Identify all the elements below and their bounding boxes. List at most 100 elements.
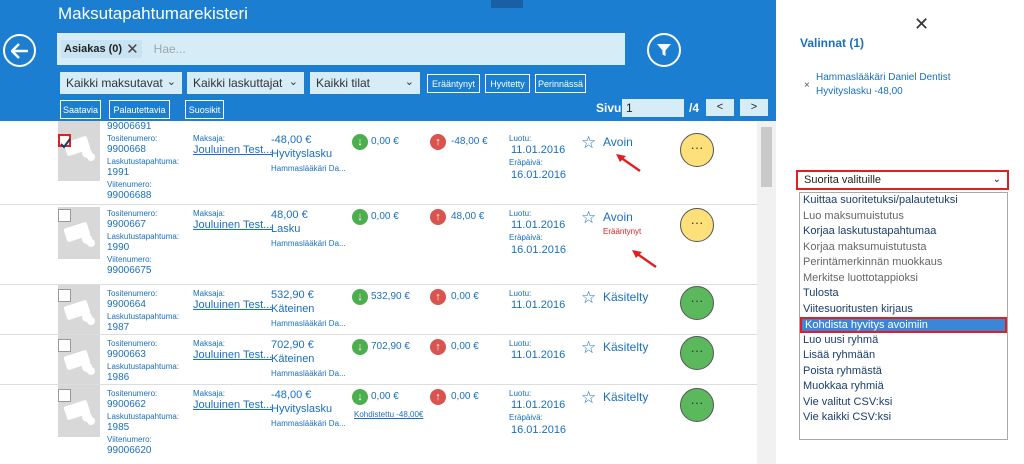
selection-panel: ✕ Valinnat (1) × Hammaslääkäri Daniel De… xyxy=(776,0,1024,464)
table-row[interactable]: Tositenumero: 9900667 Laskutustapahtuma:… xyxy=(0,205,757,285)
laskutustapahtuma-value: 1990 xyxy=(107,242,130,253)
filter-button[interactable] xyxy=(647,33,681,67)
chevron-down-icon: ⌄ xyxy=(404,76,414,88)
chevron-down-icon: ⌄ xyxy=(288,76,298,88)
laskutustapahtuma-label: Laskutustapahtuma: xyxy=(107,157,180,166)
erapaiva-label: Eräpäivä: xyxy=(509,158,543,167)
next-page-button[interactable]: > xyxy=(740,99,768,116)
status-label: Käsitelty xyxy=(603,340,649,354)
tositenumero-value: 9900663 xyxy=(107,349,146,360)
maksaja-label: Maksaja: xyxy=(193,389,226,398)
payer-link[interactable]: Jouluinen Test... xyxy=(193,399,272,411)
credited-toggle[interactable]: Hyvitetty xyxy=(485,74,530,93)
remove-selection-icon[interactable]: × xyxy=(804,80,810,91)
receipt-thumbnail xyxy=(58,121,100,181)
tositenumero-label: Tositenumero: xyxy=(107,389,158,398)
viitenumero-value: 99006688 xyxy=(107,190,152,201)
status-label: Käsitelty xyxy=(603,390,649,404)
luotu-label: Luotu: xyxy=(509,339,532,348)
collection-toggle[interactable]: Perinnässä xyxy=(535,74,586,93)
table-row[interactable]: Tositenumero: 9900662 Laskutustapahtuma:… xyxy=(0,385,757,464)
open-amount: 48,00 € xyxy=(451,211,485,222)
viitenumero-label: Viitenumero: xyxy=(107,255,152,264)
row-actions-button[interactable]: ··· xyxy=(680,208,714,242)
top-tab-handle[interactable] xyxy=(491,0,523,8)
allocated-link[interactable]: Kohdistettu -48,00€ xyxy=(354,410,423,419)
row-checkbox[interactable] xyxy=(58,134,71,149)
maksaja-label: Maksaja: xyxy=(193,289,226,298)
table-row[interactable]: Tositenumero: 9900663 Laskutustapahtuma:… xyxy=(0,335,757,385)
favorite-star-icon[interactable]: ☆ xyxy=(581,389,596,406)
viitenumero-label: Viitenumero: xyxy=(107,180,152,189)
menu-item-luottotappio[interactable]: Merkitse luottotappioksi xyxy=(800,271,1007,287)
page-label: Sivu xyxy=(596,101,622,115)
selection-line-2: Hyvityslasku -48,00 xyxy=(816,86,903,97)
open-amount: 0,00 € xyxy=(451,291,479,302)
funnel-icon xyxy=(657,44,671,56)
row-checkbox[interactable] xyxy=(58,289,71,302)
refundable-toggle[interactable]: Palautettavia xyxy=(109,100,170,119)
favorite-star-icon[interactable]: ☆ xyxy=(581,289,596,306)
menu-item-vie-valitut-csv[interactable]: Vie valitut CSV:ksi xyxy=(800,395,1007,411)
search-input[interactable]: Hae... xyxy=(154,42,186,56)
status-dropdown[interactable]: Kaikki tilat ⌄ xyxy=(310,72,420,94)
laskutustapahtuma-label: Laskutustapahtuma: xyxy=(107,362,180,371)
payer-link[interactable]: Jouluinen Test... xyxy=(193,299,272,311)
overdue-toggle[interactable]: Erääntynyt xyxy=(427,74,480,93)
list-scrollbar[interactable] xyxy=(757,121,776,464)
prev-page-button[interactable]: < xyxy=(706,99,734,116)
biller-dropdown[interactable]: Kaikki laskuttajat ⌄ xyxy=(187,72,304,94)
tositenumero-label: Tositenumero: xyxy=(107,289,158,298)
payer-link[interactable]: Jouluinen Test... xyxy=(193,144,272,156)
row-checkbox[interactable] xyxy=(58,209,71,222)
scrollbar-thumb[interactable] xyxy=(761,127,772,187)
menu-item-vie-kaikki-csv[interactable]: Vie kaikki CSV:ksi xyxy=(800,410,1007,426)
selection-title: Valinnat (1) xyxy=(800,36,865,50)
payer-link[interactable]: Jouluinen Test... xyxy=(193,349,272,361)
paid-amount: 0,00 € xyxy=(371,211,399,222)
menu-item-kuittaa[interactable]: Kuittaa suoritetuksi/palautetuksi xyxy=(800,193,1007,209)
row-checkbox[interactable] xyxy=(58,339,71,352)
table-row[interactable]: Tositenumero: 9900664 Laskutustapahtuma:… xyxy=(0,285,757,335)
page-input[interactable]: 1 xyxy=(622,99,684,117)
laskutustapahtuma-label: Laskutustapahtuma: xyxy=(107,232,180,241)
chip-close-icon[interactable]: ✕ xyxy=(126,40,139,58)
menu-item-poista-ryhmasta[interactable]: Poista ryhmästä xyxy=(800,364,1007,380)
customer-filter-chip[interactable]: Asiakas (0) ✕ xyxy=(61,40,142,58)
row-actions-button[interactable]: ··· xyxy=(680,388,714,422)
favorites-toggle[interactable]: Suosikit xyxy=(185,100,224,119)
status-label: Käsitelty xyxy=(603,290,649,304)
biller: Hammaslääkäri Da... xyxy=(271,369,346,378)
favorite-star-icon[interactable]: ☆ xyxy=(581,134,596,151)
favorite-star-icon[interactable]: ☆ xyxy=(581,339,596,356)
favorite-star-icon[interactable]: ☆ xyxy=(581,209,596,226)
menu-item-viitesuoritukset[interactable]: Viitesuoritusten kirjaus xyxy=(800,302,1007,318)
payment-method-dropdown[interactable]: Kaikki maksutavat ⌄ xyxy=(60,72,182,94)
luotu-label: Luotu: xyxy=(509,134,532,143)
search-bar[interactable]: Asiakas (0) ✕ Hae... xyxy=(57,33,625,65)
menu-item-perintamerkinta[interactable]: Perintämerkinnän muokkaus xyxy=(800,255,1007,271)
receivables-toggle[interactable]: Saatavia xyxy=(60,100,101,119)
close-icon[interactable]: ✕ xyxy=(914,14,929,35)
payer-link[interactable]: Jouluinen Test... xyxy=(193,219,272,231)
row-actions-button[interactable]: ··· xyxy=(680,336,714,370)
menu-item-lisaa-ryhmaan[interactable]: Lisää ryhmään xyxy=(800,348,1007,364)
menu-item-muokkaa-ryhmia[interactable]: Muokkaa ryhmiä xyxy=(800,379,1007,395)
menu-item-luo-ryhma[interactable]: Luo uusi ryhmä xyxy=(800,333,1007,349)
row-actions-button[interactable]: ··· xyxy=(680,286,714,320)
back-button[interactable] xyxy=(3,34,36,67)
row-checkbox[interactable] xyxy=(58,389,71,402)
biller: Hammaslääkäri Da... xyxy=(271,239,346,248)
menu-item-kohdista-hyvitys[interactable]: Kohdista hyvitys avoimiin xyxy=(800,317,1007,333)
menu-item-korjaa-laskutustapahtumaa[interactable]: Korjaa laskutustapahtumaa xyxy=(800,224,1007,240)
row-actions-button[interactable]: ··· xyxy=(680,133,714,167)
bulk-action-select[interactable]: Suorita valituille ⌄ xyxy=(796,170,1009,190)
menu-item-korjaa-maksumuistutusta[interactable]: Korjaa maksumuistutusta xyxy=(800,240,1007,256)
menu-item-tulosta[interactable]: Tulosta xyxy=(800,286,1007,302)
table-row[interactable]: 99006691 Tositenumero: 9900668 Laskutust… xyxy=(0,121,757,205)
menu-item-luo-maksumuistutus[interactable]: Luo maksumuistutus xyxy=(800,209,1007,225)
laskutustapahtuma-label: Laskutustapahtuma: xyxy=(107,312,180,321)
biller: Hammaslääkäri Da... xyxy=(271,319,346,328)
annotation-arrow-icon xyxy=(632,250,657,268)
biller: Hammaslääkäri Da... xyxy=(271,164,346,173)
